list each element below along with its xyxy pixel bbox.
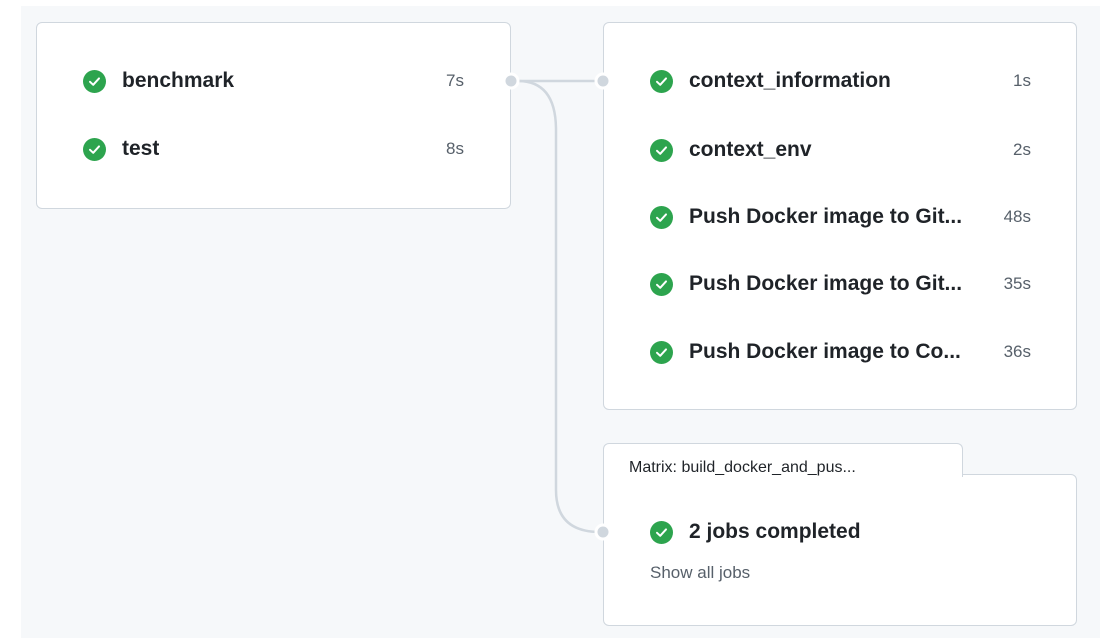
check-circle-icon — [650, 205, 673, 229]
job-name: test — [122, 137, 160, 160]
job-test[interactable]: test 8s — [83, 134, 464, 164]
job-name: context_env — [689, 138, 812, 161]
matrix-header-tab[interactable]: Matrix: build_docker_and_pus... — [603, 443, 963, 477]
job-benchmark[interactable]: benchmark 7s — [83, 66, 464, 96]
show-all-jobs-link[interactable]: Show all jobs — [650, 563, 750, 583]
check-circle-icon — [650, 138, 673, 162]
check-circle-icon — [83, 137, 106, 161]
job-context-information[interactable]: context_information 1s — [650, 66, 1031, 96]
job-duration: 1s — [1013, 71, 1031, 90]
job-duration: 8s — [446, 139, 464, 158]
check-circle-icon — [650, 272, 673, 296]
job-name: Push Docker image to Co... — [689, 340, 961, 363]
matrix-summary-label: 2 jobs completed — [689, 520, 861, 543]
check-circle-icon — [83, 69, 106, 93]
job-duration: 2s — [1013, 140, 1031, 159]
stage-1-card — [36, 22, 511, 209]
job-push-docker-image-3[interactable]: Push Docker image to Co... 36s — [650, 337, 1031, 367]
check-circle-icon — [650, 340, 673, 364]
check-circle-icon — [650, 69, 673, 93]
matrix-title: Matrix: build_docker_and_pus... — [629, 459, 856, 476]
job-duration: 35s — [1003, 274, 1031, 293]
check-circle-icon — [650, 520, 673, 544]
matrix-summary[interactable]: 2 jobs completed — [650, 517, 1031, 547]
job-context-env[interactable]: context_env 2s — [650, 135, 1031, 165]
job-duration: 48s — [1003, 207, 1031, 226]
job-duration: 36s — [1003, 342, 1031, 361]
job-push-docker-image-1[interactable]: Push Docker image to Git... 48s — [650, 202, 1031, 232]
job-name: Push Docker image to Git... — [689, 272, 963, 295]
job-name: benchmark — [122, 69, 235, 92]
matrix-card — [603, 474, 1077, 626]
job-duration: 7s — [446, 71, 464, 90]
job-name: context_information — [689, 69, 891, 92]
job-push-docker-image-2[interactable]: Push Docker image to Git... 35s — [650, 269, 1031, 299]
job-name: Push Docker image to Git... — [689, 205, 963, 228]
